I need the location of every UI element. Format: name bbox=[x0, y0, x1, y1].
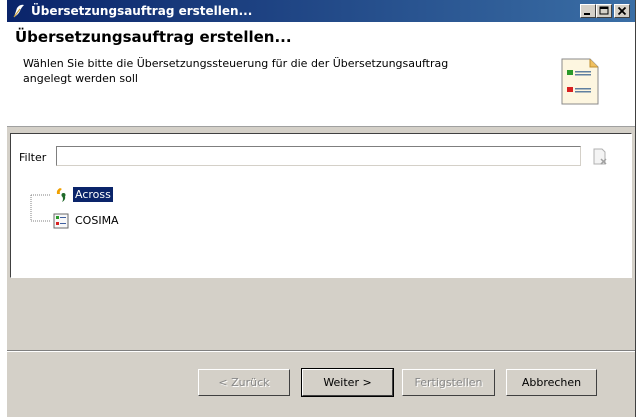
window-title: Übersetzungsauftrag erstellen... bbox=[31, 4, 253, 18]
cosima-icon bbox=[53, 213, 69, 229]
maximize-button[interactable] bbox=[596, 4, 612, 18]
wizard-dialog: Übersetzungsauftrag erstellen... Überset… bbox=[6, 0, 636, 417]
minimize-icon bbox=[584, 13, 590, 15]
finish-button[interactable]: Fertigstellen bbox=[402, 369, 495, 396]
tree-item-label: COSIMA bbox=[75, 214, 119, 227]
filter-input[interactable] bbox=[56, 146, 581, 166]
next-button[interactable]: Weiter > bbox=[301, 368, 394, 397]
page-description: Wählen Sie bitte die Übersetzungssteueru… bbox=[23, 57, 449, 85]
across-logo-icon bbox=[56, 188, 66, 202]
close-button[interactable] bbox=[614, 4, 630, 18]
close-icon bbox=[617, 6, 627, 16]
title-bar[interactable]: Übersetzungsauftrag erstellen... bbox=[7, 0, 635, 22]
button-bar-separator bbox=[7, 350, 635, 352]
maximize-icon bbox=[599, 6, 609, 15]
app-icon bbox=[13, 4, 24, 18]
clear-filter-icon[interactable] bbox=[591, 148, 609, 166]
minimize-button[interactable] bbox=[580, 4, 596, 18]
wizard-header: Übersetzungsauftrag erstellen... Wählen … bbox=[7, 22, 635, 127]
wizard-banner-icon bbox=[561, 58, 599, 105]
page-title: Übersetzungsauftrag erstellen... bbox=[15, 28, 292, 46]
cancel-button[interactable]: Abbrechen bbox=[506, 369, 597, 396]
controller-panel: Filter Across COSIMA bbox=[10, 133, 632, 278]
tree-item-label: Across bbox=[73, 187, 113, 202]
back-button[interactable]: < Zurück bbox=[198, 369, 290, 396]
